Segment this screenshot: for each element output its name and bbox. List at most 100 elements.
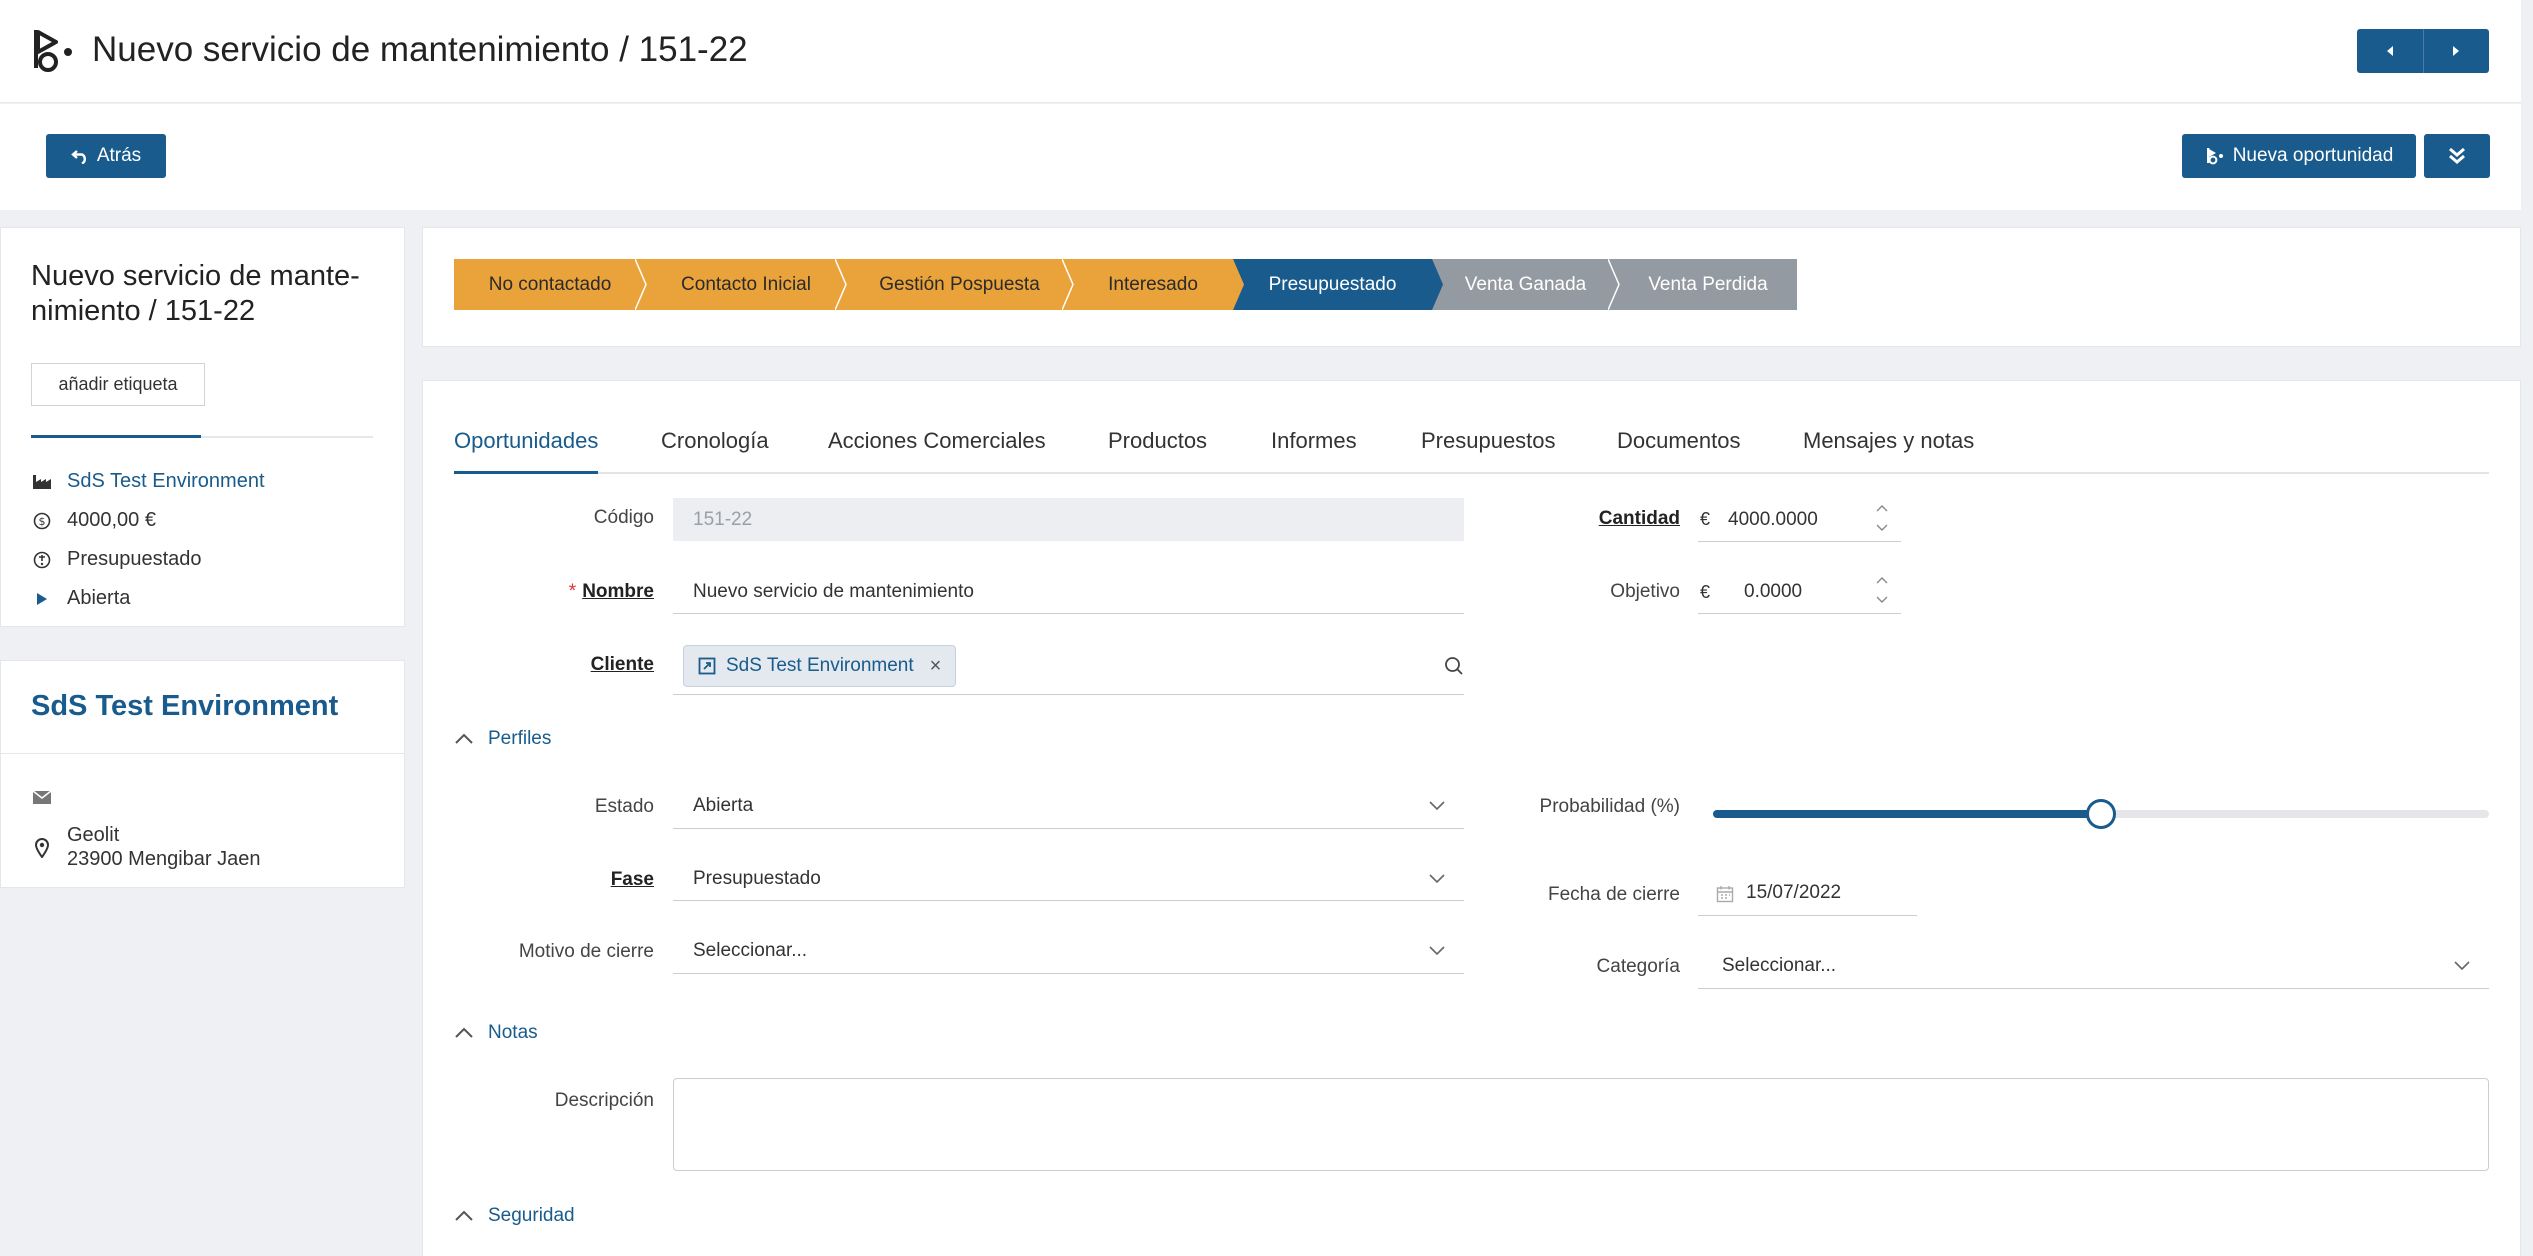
stepper-icon	[1876, 577, 1888, 603]
external-link-icon	[698, 657, 716, 675]
estado-label: Estado	[594, 796, 654, 817]
cliente-chip[interactable]: SdS Test Environment ×	[683, 645, 957, 687]
stage-no-contactado[interactable]: No contactado	[454, 259, 657, 310]
cantidad-input[interactable]: € 4000.0000	[1698, 498, 1901, 542]
summary-divider-accent	[31, 435, 201, 438]
remove-client-icon[interactable]: ×	[930, 655, 942, 678]
cantidad-label: Cantidad	[1598, 508, 1680, 529]
summary-title: Nuevo servicio de mante-nimiento / 151-2…	[31, 260, 360, 327]
objetivo-label: Objetivo	[1610, 581, 1680, 602]
map-pin-icon	[31, 837, 53, 859]
seguridad-section-toggle[interactable]: Seguridad	[454, 1205, 575, 1227]
cliente-label: Cliente	[590, 654, 654, 675]
previous-record-button[interactable]	[2357, 29, 2423, 73]
client-address-line1: Geolit	[67, 824, 120, 846]
codigo-label: Código	[593, 507, 654, 528]
descripcion-label: Descripción	[554, 1090, 654, 1111]
fecha-cierre-label: Fecha de cierre	[1547, 884, 1680, 905]
money-circle-icon: $	[31, 510, 53, 532]
descripcion-textarea[interactable]	[673, 1078, 2489, 1171]
summary-client-row: SdS Test Environment	[31, 470, 265, 493]
tab-informes[interactable]: Informes	[1271, 428, 1357, 454]
stage-pipeline: No contactado Contacto Inicial Gestión P…	[454, 259, 1797, 310]
chevron-down-icon	[2454, 961, 2470, 971]
motivo-select[interactable]: Seleccionar...	[673, 929, 1464, 974]
cantidad-value: 4000.0000	[1728, 508, 1818, 530]
more-actions-button[interactable]	[2424, 134, 2490, 178]
cliente-chip-label: SdS Test Environment	[726, 655, 914, 676]
client-address-line2: 23900 Mengibar Jaen	[67, 848, 261, 870]
required-marker: *	[568, 581, 577, 602]
client-email-row	[31, 786, 67, 808]
stage-label: Contacto Inicial	[681, 273, 811, 295]
perfiles-section-toggle[interactable]: Perfiles	[454, 728, 551, 750]
fase-label: Fase	[610, 869, 654, 890]
stage-label: No contactado	[488, 273, 612, 295]
chevron-up-icon	[455, 1210, 473, 1221]
stage-venta-ganada[interactable]: Venta Ganada	[1432, 259, 1630, 310]
new-opportunity-button[interactable]: Nueva oportunidad	[2182, 134, 2416, 178]
notas-section-toggle[interactable]: Notas	[454, 1022, 538, 1044]
phase-circle-icon	[31, 549, 53, 571]
opportunity-flag-icon	[30, 28, 80, 74]
stage-interesado[interactable]: Interesado	[1073, 259, 1244, 310]
summary-client-link[interactable]: SdS Test Environment	[67, 470, 265, 493]
client-card-divider	[0, 753, 405, 754]
cliente-field[interactable]: SdS Test Environment ×	[673, 638, 1464, 695]
chevron-up-icon	[455, 1027, 473, 1038]
stage-gestion-pospuesta[interactable]: Gestión Pospuesta	[846, 259, 1084, 310]
summary-amount-row: $ 4000,00 €	[31, 509, 156, 532]
stage-label: Presupuestado	[1268, 273, 1397, 295]
double-chevron-down-icon	[2449, 147, 2465, 164]
new-opportunity-label: Nueva oportunidad	[2232, 145, 2394, 166]
opportunity-flag-icon	[2206, 148, 2223, 165]
chevron-down-icon	[1429, 946, 1445, 956]
tab-productos[interactable]: Productos	[1108, 428, 1207, 454]
svg-text:$: $	[39, 515, 46, 528]
undo-icon	[70, 150, 86, 164]
tab-mensajes-y-notas[interactable]: Mensajes y notas	[1803, 428, 1974, 454]
objetivo-currency: €	[1700, 582, 1711, 602]
motivo-value: Seleccionar...	[693, 940, 808, 961]
summary-phase-row: Presupuestado	[31, 548, 202, 571]
objetivo-value: 0.0000	[1744, 580, 1803, 602]
probabilidad-slider-handle[interactable]	[2086, 799, 2116, 829]
fecha-cierre-input[interactable]: 15/07/2022	[1698, 871, 1917, 916]
client-name-link[interactable]: SdS Test Environment	[31, 690, 338, 723]
tab-presupuestos[interactable]: Presupuestos	[1421, 428, 1556, 454]
categoria-label: Categoría	[1596, 956, 1680, 977]
play-icon	[31, 588, 53, 610]
summary-status-row: Abierta	[31, 587, 130, 610]
nombre-label: * Nombre	[440, 581, 654, 603]
add-tag-button[interactable]: añadir etiqueta	[31, 363, 205, 406]
active-tab-indicator	[454, 471, 598, 474]
tab-cronologia[interactable]: Cronología	[661, 428, 769, 454]
categoria-select[interactable]: Seleccionar...	[1698, 944, 2489, 989]
stage-label: Interesado	[1108, 273, 1198, 295]
page-title: Nuevo servicio de mantenimiento / 151-22	[92, 30, 748, 69]
probabilidad-label: Probabilidad (%)	[1539, 796, 1680, 817]
fase-value: Presupuestado	[693, 867, 821, 889]
stage-label: Gestión Pospuesta	[879, 273, 1040, 295]
tab-acciones-comerciales[interactable]: Acciones Comerciales	[828, 428, 1046, 454]
tab-documentos[interactable]: Documentos	[1617, 428, 1741, 454]
back-button[interactable]: Atrás	[46, 134, 166, 178]
objetivo-input[interactable]: € 0.0000	[1698, 570, 1901, 614]
summary-phase: Presupuestado	[67, 548, 202, 570]
perfiles-section-label: Perfiles	[488, 728, 552, 749]
back-button-label: Atrás	[96, 145, 142, 166]
chevron-down-icon	[1429, 873, 1445, 883]
fase-select[interactable]: Presupuestado	[673, 857, 1464, 901]
stage-contacto-inicial[interactable]: Contacto Inicial	[646, 259, 857, 310]
factory-icon	[31, 471, 53, 493]
nombre-input[interactable]: Nuevo servicio de mantenimiento	[673, 570, 1464, 614]
stepper-icon	[1876, 505, 1888, 531]
stage-venta-perdida[interactable]: Venta Perdida	[1619, 259, 1797, 310]
estado-value: Abierta	[693, 795, 754, 816]
summary-status: Abierta	[67, 587, 131, 609]
next-record-button[interactable]	[2422, 29, 2489, 73]
stage-presupuestado[interactable]: Presupuestado	[1233, 259, 1443, 310]
tab-oportunidades[interactable]: Oportunidades	[454, 428, 598, 454]
envelope-icon[interactable]	[31, 786, 53, 808]
estado-select[interactable]: Abierta	[673, 784, 1464, 829]
